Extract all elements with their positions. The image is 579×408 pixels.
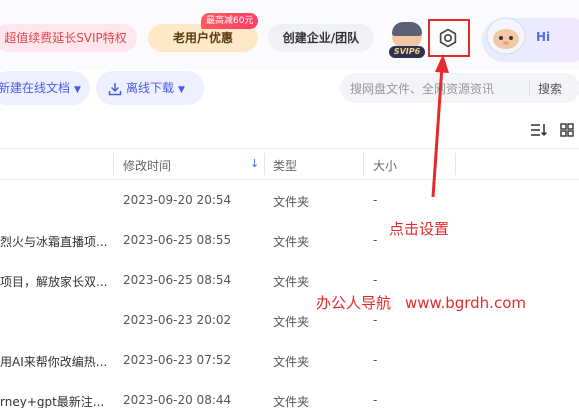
column-size[interactable]: 大小 (373, 157, 397, 174)
top-bar: 超值续费延长SVIP特权 老用户优惠 最高减60元 创建企业/团队 SVIP6 … (0, 0, 579, 70)
new-online-doc-button[interactable]: 新建在线文档 ▼ (0, 71, 90, 105)
offline-download-label: 离线下载 (126, 81, 175, 95)
robot-mascot-icon (486, 17, 526, 55)
assistant-label: Hi (536, 30, 551, 44)
table-row[interactable]: 2023-09-20 20:54 文件夹 - (0, 181, 579, 221)
offline-download-button[interactable]: 离线下载 ▼ (96, 71, 204, 105)
file-size: - (373, 193, 378, 207)
search-input[interactable]: 搜网盘文件、全网资源资讯 搜索 (340, 73, 579, 103)
modified-time: 2023-06-25 08:55 (123, 233, 232, 247)
file-type: 文件夹 (273, 355, 310, 369)
promo-tag: 最高减60元 (201, 13, 259, 29)
search-button[interactable]: 搜索 (538, 80, 562, 97)
file-type: 文件夹 (273, 235, 310, 249)
watermark: 办公人导航 www.bgrdh.com (316, 292, 526, 313)
svip-renew-button[interactable]: 超值续费延长SVIP特权 (0, 24, 137, 52)
file-size: - (373, 273, 378, 287)
chevron-down-icon: ▼ (178, 85, 185, 95)
file-type: 文件夹 (273, 275, 310, 289)
modified-time: 2023-06-23 07:52 (123, 353, 232, 367)
click-settings-annotation: 点击设置 (389, 220, 450, 238)
annotation-arrow-icon (431, 54, 449, 198)
new-online-doc-label: 新建在线文档 (0, 81, 71, 95)
column-divider[interactable] (363, 153, 364, 175)
modified-time: 2023-06-23 20:02 (123, 313, 232, 327)
ai-assistant-button[interactable]: Hi (482, 17, 579, 62)
file-size: - (373, 353, 378, 367)
search-divider (529, 81, 530, 95)
download-icon (108, 82, 122, 95)
file-type: 文件夹 (273, 195, 310, 209)
file-type: 文件夹 (273, 395, 310, 408)
file-name[interactable]: rney+gpt最新注... (0, 393, 104, 408)
file-size: - (373, 393, 378, 407)
table-row[interactable]: rney+gpt最新注... 2023-06-20 08:44 文件夹 - (0, 381, 579, 408)
table-row[interactable]: 用AI来帮你改编热... 2023-06-23 07:52 文件夹 - (0, 341, 579, 381)
watermark-name: 办公人导航 (316, 294, 392, 312)
file-size: - (373, 233, 378, 247)
table-row[interactable]: 烈火与冰霜直播项... 2023-06-25 08:55 文件夹 - (0, 221, 579, 261)
column-type[interactable]: 类型 (273, 157, 297, 174)
watermark-url: www.bgrdh.com (405, 294, 526, 312)
file-size: - (373, 313, 378, 327)
modified-time: 2023-09-20 20:54 (123, 193, 232, 207)
sort-desc-arrow-icon[interactable]: ↓ (250, 157, 259, 170)
sort-list-icon[interactable] (530, 123, 548, 137)
grid-view-icon[interactable] (560, 123, 574, 137)
file-type: 文件夹 (273, 315, 310, 329)
column-divider[interactable] (113, 153, 114, 175)
column-divider[interactable] (264, 153, 265, 175)
create-enterprise-button[interactable]: 创建企业/团队 (268, 24, 374, 52)
modified-time: 2023-06-25 08:54 (123, 273, 232, 287)
table-header: 修改时间 ↓ 类型 大小 (0, 148, 579, 180)
file-name[interactable]: 用AI来帮你改编热... (0, 353, 107, 370)
file-name[interactable]: 项目，解放家长双... (0, 273, 107, 290)
column-modified-time[interactable]: 修改时间 (123, 157, 171, 174)
modified-time: 2023-06-20 08:44 (123, 393, 232, 407)
avatar-hair (392, 22, 422, 36)
column-divider[interactable] (455, 153, 456, 175)
file-name[interactable]: 烈火与冰霜直播项... (0, 233, 107, 250)
chevron-down-icon: ▼ (74, 85, 81, 95)
